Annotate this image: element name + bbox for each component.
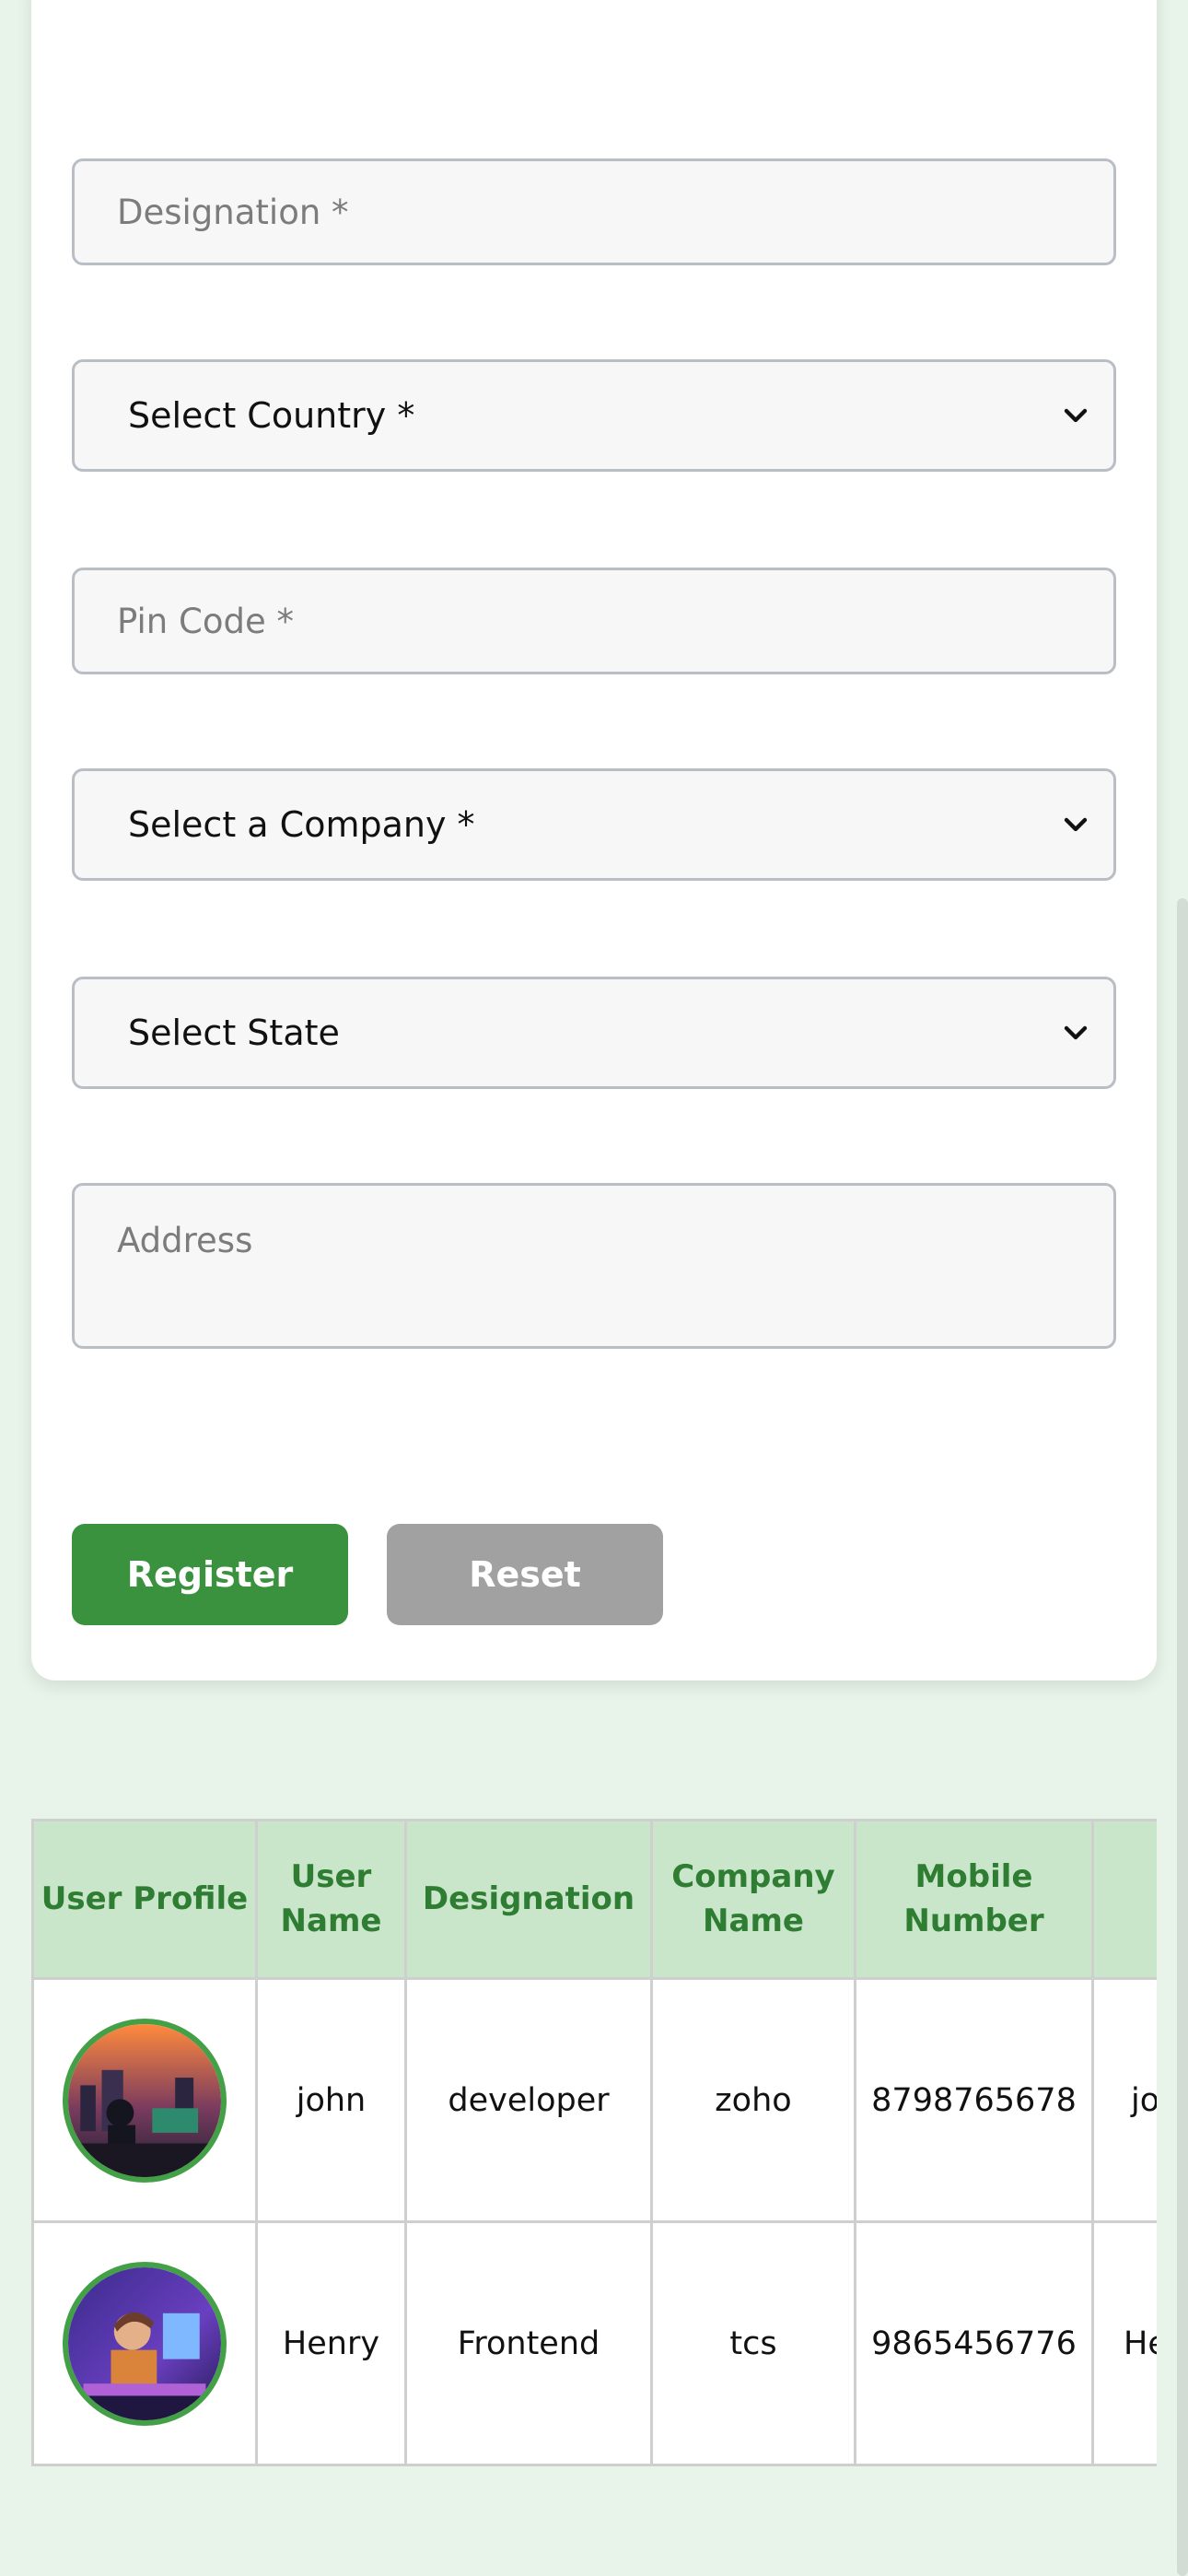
header-company-name: Company Name	[650, 1819, 856, 1980]
address-textarea[interactable]: Address	[72, 1183, 1116, 1349]
table-row: Henry Frontend tcs 9865456776 He	[31, 2220, 1157, 2466]
users-table-container[interactable]: User Profile User Name Designation Compa…	[31, 1819, 1157, 2468]
avatar	[63, 2261, 227, 2426]
state-select[interactable]: Select State	[72, 977, 1116, 1089]
designation-cell: Frontend	[404, 2220, 653, 2466]
next-cell-text: He	[1124, 2324, 1157, 2362]
register-button[interactable]: Register	[72, 1524, 348, 1625]
state-select-label: Select State	[128, 1013, 340, 1053]
mobile-cell: 9865456776	[854, 2220, 1094, 2466]
designation-placeholder: Designation *	[117, 192, 349, 232]
header-mobile-number: Mobile Number	[854, 1819, 1094, 1980]
country-select[interactable]: Select Country *	[72, 359, 1116, 472]
users-table: User Profile User Name Designation Compa…	[31, 1819, 1157, 2466]
pincode-placeholder: Pin Code *	[117, 601, 294, 641]
address-placeholder: Address	[117, 1221, 253, 1260]
chevron-down-icon	[1064, 1025, 1088, 1040]
header-user-profile: User Profile	[31, 1819, 258, 1980]
header-user-name: User Name	[255, 1819, 407, 1980]
next-cell: He	[1091, 2220, 1157, 2466]
header-next-cut-off	[1091, 1819, 1157, 1980]
designation-input[interactable]: Designation *	[72, 158, 1116, 265]
table-header-row: User Profile User Name Designation Compa…	[31, 1819, 1157, 1980]
page-scrollbar[interactable]	[1177, 898, 1188, 2576]
profile-cell	[31, 1977, 258, 2223]
designation-cell: developer	[404, 1977, 653, 2223]
pincode-input[interactable]: Pin Code *	[72, 568, 1116, 674]
next-cell-text: jo	[1131, 2081, 1157, 2119]
table-row: john developer zoho 8798765678 jo	[31, 1977, 1157, 2223]
avatar	[63, 2018, 227, 2183]
user-name-cell: john	[255, 1977, 407, 2223]
company-cell: zoho	[650, 1977, 856, 2223]
profile-cell	[31, 2220, 258, 2466]
company-cell: tcs	[650, 2220, 856, 2466]
chevron-down-icon	[1064, 408, 1088, 423]
reset-button[interactable]: Reset	[387, 1524, 663, 1625]
user-name-cell: Henry	[255, 2220, 407, 2466]
country-select-label: Select Country *	[128, 395, 415, 436]
header-designation: Designation	[404, 1819, 653, 1980]
company-select[interactable]: Select a Company *	[72, 768, 1116, 881]
company-select-label: Select a Company *	[128, 804, 475, 845]
chevron-down-icon	[1064, 817, 1088, 832]
next-cell: jo	[1091, 1977, 1157, 2223]
mobile-cell: 8798765678	[854, 1977, 1094, 2223]
